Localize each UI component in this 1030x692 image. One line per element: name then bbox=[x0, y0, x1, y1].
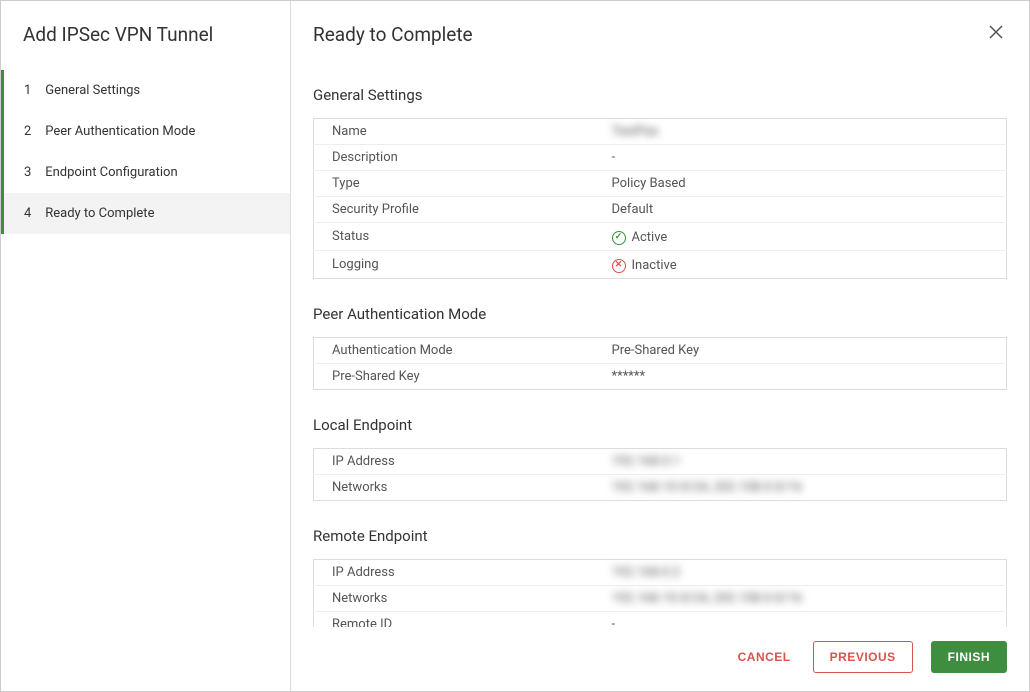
row-label: Pre-Shared Key bbox=[314, 364, 594, 390]
table-row: Status ✓ Active bbox=[314, 223, 1007, 251]
blurred-value: 192.168.0.2 bbox=[612, 565, 681, 580]
section-remote-endpoint: Remote Endpoint IP Address 192.168.0.2 N… bbox=[313, 527, 1007, 627]
blurred-value: 192.168.10.0/24, 202.108.0.0/16 bbox=[612, 591, 803, 606]
row-value: ✓ Active bbox=[594, 223, 1007, 251]
row-value: 192.168.0.1 bbox=[594, 449, 1007, 475]
table-row: Name TestPas bbox=[314, 119, 1007, 145]
wizard-footer: CANCEL PREVIOUS FINISH bbox=[313, 627, 1007, 673]
check-circle-icon: ✓ bbox=[612, 231, 626, 245]
local-endpoint-table: IP Address 192.168.0.1 Networks 192.168.… bbox=[313, 448, 1007, 501]
row-label: Networks bbox=[314, 586, 594, 612]
table-row: Description - bbox=[314, 145, 1007, 171]
wizard-sidebar: Add IPSec VPN Tunnel 1 General Settings … bbox=[1, 1, 291, 691]
summary-content: General Settings Name TestPas Descriptio… bbox=[313, 86, 1007, 627]
close-button[interactable] bbox=[985, 23, 1007, 45]
table-row: Networks 192.168.10.0/24, 202.108.0.0/16 bbox=[314, 586, 1007, 612]
peer-auth-table: Authentication Mode Pre-Shared Key Pre-S… bbox=[313, 337, 1007, 390]
row-value: - bbox=[594, 612, 1007, 628]
page-title: Ready to Complete bbox=[313, 23, 473, 46]
row-value: 192.168.10.0/24, 202.108.0.0/16 bbox=[594, 475, 1007, 501]
table-row: Security Profile Default bbox=[314, 197, 1007, 223]
table-row: IP Address 192.168.0.1 bbox=[314, 449, 1007, 475]
row-label: Logging bbox=[314, 251, 594, 279]
table-row: Networks 192.168.10.0/24, 202.108.0.0/16 bbox=[314, 475, 1007, 501]
row-value: Pre-Shared Key bbox=[594, 338, 1007, 364]
remote-endpoint-table: IP Address 192.168.0.2 Networks 192.168.… bbox=[313, 559, 1007, 627]
row-label: Authentication Mode bbox=[314, 338, 594, 364]
blurred-value: TestPas bbox=[612, 124, 659, 139]
step-label: Ready to Complete bbox=[45, 206, 154, 221]
wizard-step-endpoint-config[interactable]: 3 Endpoint Configuration bbox=[1, 152, 290, 193]
section-local-endpoint: Local Endpoint IP Address 192.168.0.1 Ne… bbox=[313, 416, 1007, 501]
row-value: ****** bbox=[594, 364, 1007, 390]
section-title: Remote Endpoint bbox=[313, 527, 1007, 545]
step-number: 1 bbox=[24, 83, 42, 98]
status-text: Active bbox=[632, 230, 668, 245]
row-label: Remote ID bbox=[314, 612, 594, 628]
step-label: Endpoint Configuration bbox=[45, 165, 177, 180]
row-label: Status bbox=[314, 223, 594, 251]
main-header: Ready to Complete bbox=[313, 23, 1007, 46]
row-value: Policy Based bbox=[594, 171, 1007, 197]
status-active: ✓ Active bbox=[612, 230, 668, 245]
table-row: IP Address 192.168.0.2 bbox=[314, 560, 1007, 586]
general-settings-table: Name TestPas Description - Type Policy B… bbox=[313, 118, 1007, 279]
main-panel: Ready to Complete General Settings Name … bbox=[291, 1, 1029, 691]
table-row: Authentication Mode Pre-Shared Key bbox=[314, 338, 1007, 364]
section-title: General Settings bbox=[313, 86, 1007, 104]
close-icon bbox=[989, 25, 1003, 39]
wizard-step-ready-complete[interactable]: 4 Ready to Complete bbox=[1, 193, 290, 234]
row-value: TestPas bbox=[594, 119, 1007, 145]
wizard-step-general-settings[interactable]: 1 General Settings bbox=[1, 70, 290, 111]
row-label: Networks bbox=[314, 475, 594, 501]
section-general-settings: General Settings Name TestPas Descriptio… bbox=[313, 86, 1007, 279]
step-label: Peer Authentication Mode bbox=[45, 124, 195, 139]
section-title: Peer Authentication Mode bbox=[313, 305, 1007, 323]
wizard-step-peer-auth[interactable]: 2 Peer Authentication Mode bbox=[1, 111, 290, 152]
table-row: Logging ✕ Inactive bbox=[314, 251, 1007, 279]
table-row: Remote ID - bbox=[314, 612, 1007, 628]
row-value: - bbox=[594, 145, 1007, 171]
wizard-title: Add IPSec VPN Tunnel bbox=[1, 23, 290, 70]
step-number: 4 bbox=[24, 206, 42, 221]
row-value: 192.168.10.0/24, 202.108.0.0/16 bbox=[594, 586, 1007, 612]
row-label: Name bbox=[314, 119, 594, 145]
status-inactive: ✕ Inactive bbox=[612, 258, 677, 273]
row-value: Default bbox=[594, 197, 1007, 223]
previous-button[interactable]: PREVIOUS bbox=[813, 641, 913, 673]
x-circle-icon: ✕ bbox=[612, 259, 626, 273]
row-label: Description bbox=[314, 145, 594, 171]
status-text: Inactive bbox=[632, 258, 677, 273]
finish-button[interactable]: FINISH bbox=[931, 641, 1007, 673]
row-value: ✕ Inactive bbox=[594, 251, 1007, 279]
cancel-button[interactable]: CANCEL bbox=[734, 642, 795, 672]
row-label: IP Address bbox=[314, 449, 594, 475]
step-label: General Settings bbox=[45, 83, 140, 98]
step-number: 3 bbox=[24, 165, 42, 180]
blurred-value: 192.168.10.0/24, 202.108.0.0/16 bbox=[612, 480, 803, 495]
section-peer-auth: Peer Authentication Mode Authentication … bbox=[313, 305, 1007, 390]
blurred-value: 192.168.0.1 bbox=[612, 454, 681, 469]
row-label: Security Profile bbox=[314, 197, 594, 223]
step-number: 2 bbox=[24, 124, 42, 139]
row-value: 192.168.0.2 bbox=[594, 560, 1007, 586]
table-row: Pre-Shared Key ****** bbox=[314, 364, 1007, 390]
row-label: IP Address bbox=[314, 560, 594, 586]
section-title: Local Endpoint bbox=[313, 416, 1007, 434]
wizard-steps-list: 1 General Settings 2 Peer Authentication… bbox=[1, 70, 290, 234]
table-row: Type Policy Based bbox=[314, 171, 1007, 197]
row-label: Type bbox=[314, 171, 594, 197]
